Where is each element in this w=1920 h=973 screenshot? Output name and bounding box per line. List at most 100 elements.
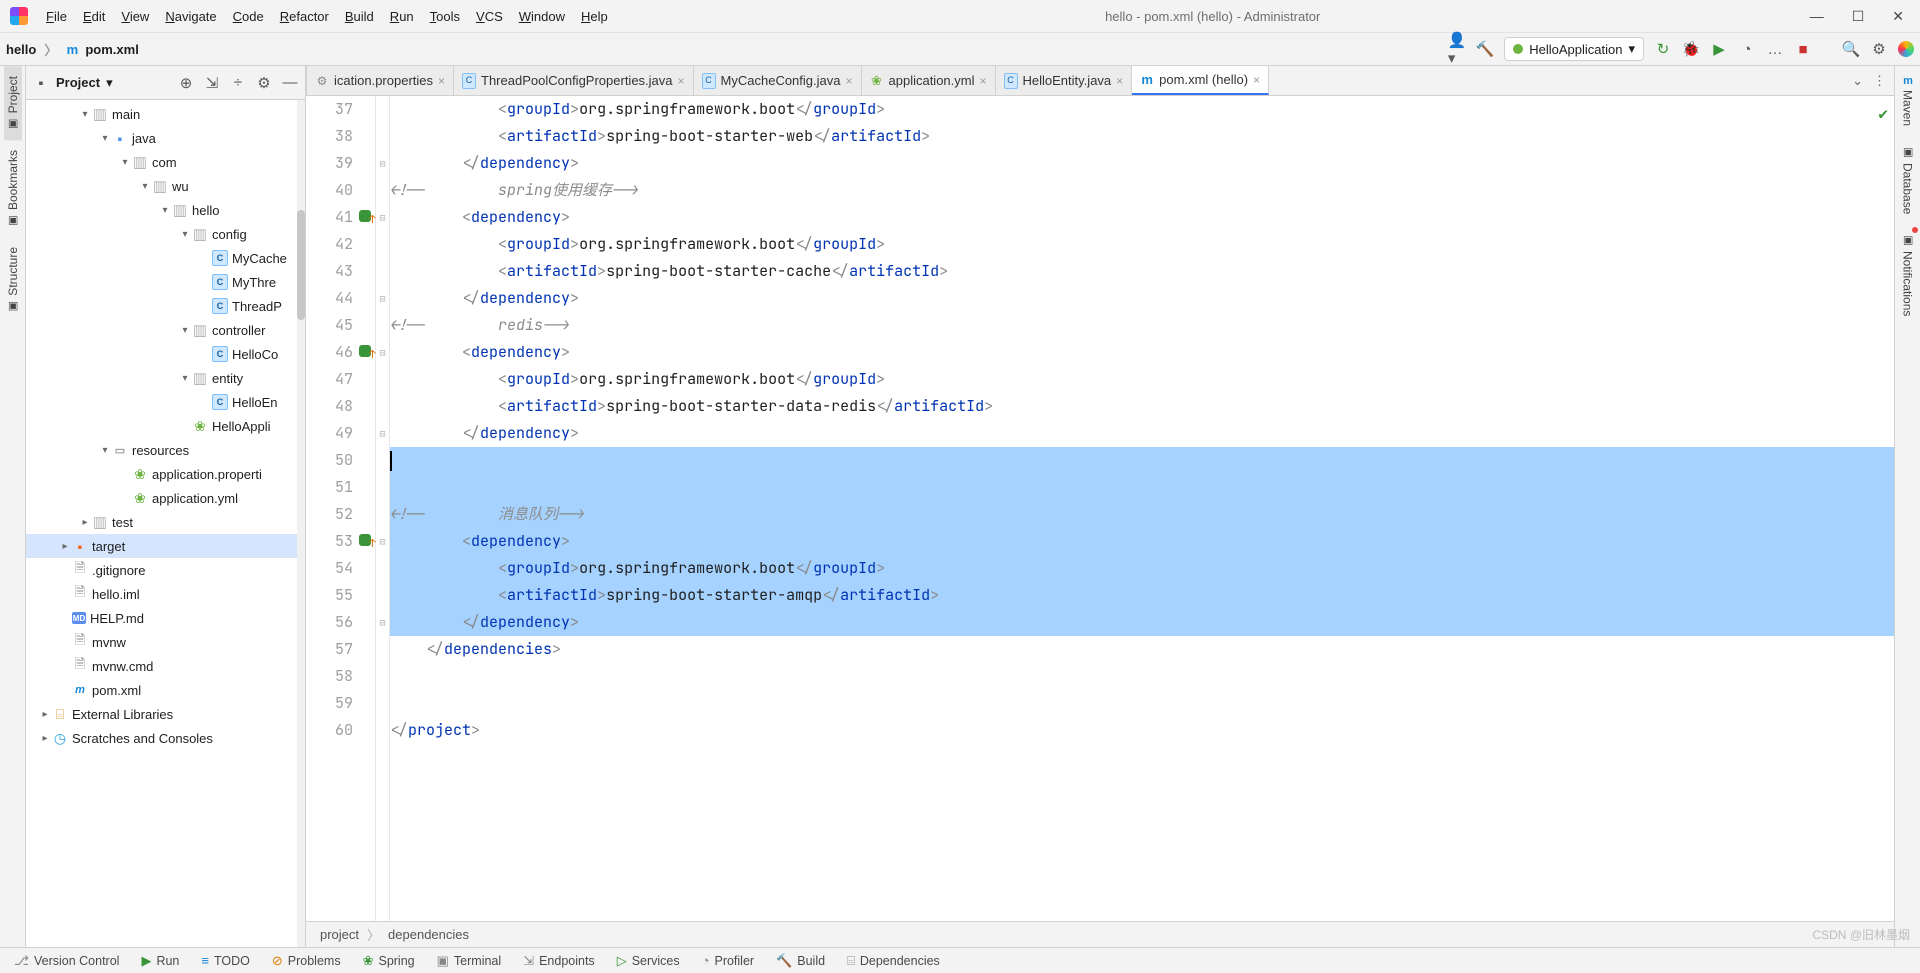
select-open-file-icon[interactable]: ⊕: [177, 74, 195, 92]
tool-window-terminal[interactable]: ▣Terminal: [429, 951, 510, 971]
more-icon[interactable]: ⋮: [1873, 73, 1886, 89]
tool-window-dependencies[interactable]: ⌸Dependencies: [839, 951, 948, 971]
editor-tab[interactable]: pom.xml (hello)×: [1132, 66, 1269, 95]
fold-toggle-icon[interactable]: [376, 393, 389, 420]
menu-navigate[interactable]: Navigate: [157, 7, 224, 26]
menu-tools[interactable]: Tools: [422, 7, 468, 26]
tree-node[interactable]: ▸Scratches and Consoles: [26, 726, 305, 750]
run-config-selector[interactable]: HelloApplication ▾: [1504, 37, 1644, 61]
tree-toggle-icon[interactable]: ▸: [38, 709, 52, 720]
fold-toggle-icon[interactable]: [376, 717, 389, 744]
tree-node[interactable]: ▾resources: [26, 438, 305, 462]
editor-tab[interactable]: application.yml×: [862, 66, 996, 95]
collapse-all-icon[interactable]: ÷: [229, 74, 247, 92]
fold-toggle-icon[interactable]: ⊟: [376, 420, 389, 447]
tree-node[interactable]: hello.iml: [26, 582, 305, 606]
editor-tab[interactable]: ication.properties×: [306, 66, 454, 95]
fold-toggle-icon[interactable]: [376, 636, 389, 663]
fold-toggle-icon[interactable]: [376, 501, 389, 528]
code-editor[interactable]: 3738394041424344454647484950515253545556…: [306, 96, 1894, 921]
scrollbar-thumb[interactable]: [297, 210, 305, 320]
close-icon[interactable]: ✕: [1892, 8, 1904, 25]
tool-window-problems[interactable]: ⊘Problems: [264, 951, 349, 971]
fold-toggle-icon[interactable]: [376, 366, 389, 393]
tool-bookmarks[interactable]: ▣Bookmarks: [4, 140, 22, 237]
breadcrumb-project[interactable]: hello: [6, 42, 36, 57]
tree-toggle-icon[interactable]: ▾: [78, 109, 92, 120]
fold-toggle-icon[interactable]: [376, 258, 389, 285]
tool-window-spring[interactable]: ❀Spring: [355, 951, 423, 971]
tree-toggle-icon[interactable]: ▸: [38, 733, 52, 744]
tree-node[interactable]: pom.xml: [26, 678, 305, 702]
crumb-dependencies[interactable]: dependencies: [388, 927, 469, 942]
close-tab-icon[interactable]: ×: [438, 74, 445, 88]
tree-node[interactable]: .gitignore: [26, 558, 305, 582]
fold-toggle-icon[interactable]: ⊟: [376, 150, 389, 177]
menu-code[interactable]: Code: [225, 7, 272, 26]
tree-node[interactable]: ▾hello: [26, 198, 305, 222]
settings-icon[interactable]: ⚙: [255, 74, 273, 92]
tool-window-build[interactable]: 🔨Build: [768, 951, 833, 971]
tool-maven[interactable]: mMaven: [1899, 66, 1917, 136]
fold-toggle-icon[interactable]: ⊟: [376, 528, 389, 555]
menu-refactor[interactable]: Refactor: [272, 7, 337, 26]
tree-node[interactable]: HelloCo: [26, 342, 305, 366]
settings-icon[interactable]: ⚙: [1870, 40, 1888, 58]
fold-toggle-icon[interactable]: [376, 690, 389, 717]
fold-toggle-icon[interactable]: ⊟: [376, 204, 389, 231]
tree-node[interactable]: MyThre: [26, 270, 305, 294]
maximize-icon[interactable]: ☐: [1852, 8, 1865, 25]
ide-services-icon[interactable]: [1898, 41, 1914, 57]
tree-node[interactable]: ▾controller: [26, 318, 305, 342]
fold-column[interactable]: ⊟⊟⊟⊟⊟⊟⊟: [376, 96, 390, 921]
breadcrumb-file[interactable]: pom.xml: [85, 42, 138, 57]
editor-tab[interactable]: HelloEntity.java×: [996, 66, 1133, 95]
tree-node[interactable]: ▾config: [26, 222, 305, 246]
menu-build[interactable]: Build: [337, 7, 382, 26]
vcs-marker-icon[interactable]: [359, 534, 371, 546]
tree-node[interactable]: ▸target: [26, 534, 305, 558]
tree-node[interactable]: HelloAppli: [26, 414, 305, 438]
close-tab-icon[interactable]: ×: [1116, 74, 1123, 88]
run-coverage-icon[interactable]: ▶: [1710, 40, 1728, 58]
tree-toggle-icon[interactable]: ▸: [58, 541, 72, 552]
profile-icon[interactable]: ◔: [1738, 40, 1756, 58]
tree-node[interactable]: ▾main: [26, 102, 305, 126]
line-gutter[interactable]: 3738394041424344454647484950515253545556…: [306, 96, 376, 921]
tree-node[interactable]: ▾com: [26, 150, 305, 174]
menu-help[interactable]: Help: [573, 7, 616, 26]
tool-window-run[interactable]: ▶Run: [133, 951, 187, 971]
search-icon[interactable]: 🔍: [1842, 40, 1860, 58]
menu-vcs[interactable]: VCS: [468, 7, 511, 26]
tool-database[interactable]: ▣Database: [1899, 136, 1917, 224]
tree-toggle-icon[interactable]: ▾: [178, 229, 192, 240]
tree-node[interactable]: application.properti: [26, 462, 305, 486]
close-tab-icon[interactable]: ×: [845, 74, 852, 88]
fold-toggle-icon[interactable]: [376, 231, 389, 258]
close-tab-icon[interactable]: ×: [678, 74, 685, 88]
tree-node[interactable]: mvnw.cmd: [26, 654, 305, 678]
tree-node[interactable]: ▾entity: [26, 366, 305, 390]
fold-toggle-icon[interactable]: [376, 312, 389, 339]
stop-icon[interactable]: ■: [1794, 40, 1812, 58]
tree-node[interactable]: HELP.md: [26, 606, 305, 630]
close-tab-icon[interactable]: ×: [1253, 73, 1260, 87]
tool-window-profiler[interactable]: ◔Profiler: [694, 951, 762, 970]
tool-window-services[interactable]: ▷Services: [609, 951, 688, 971]
tree-toggle-icon[interactable]: ▾: [138, 181, 152, 192]
editor-breadcrumb[interactable]: project 〉 dependencies: [306, 921, 1894, 947]
fold-toggle-icon[interactable]: [376, 123, 389, 150]
hide-icon[interactable]: —: [281, 74, 299, 92]
vcs-marker-icon[interactable]: [359, 210, 371, 222]
tree-toggle-icon[interactable]: ▾: [98, 133, 112, 144]
tree-node[interactable]: ▸External Libraries: [26, 702, 305, 726]
menu-run[interactable]: Run: [382, 7, 422, 26]
attach-icon[interactable]: …: [1766, 40, 1784, 58]
fold-toggle-icon[interactable]: [376, 663, 389, 690]
project-tree[interactable]: ▾main▾java▾com▾wu▾hello▾configMyCacheMyT…: [26, 100, 305, 947]
chevron-down-icon[interactable]: ⌄: [1852, 73, 1863, 89]
vcs-marker-icon[interactable]: [359, 345, 371, 357]
fold-toggle-icon[interactable]: ⊟: [376, 339, 389, 366]
fold-toggle-icon[interactable]: [376, 474, 389, 501]
tool-window-endpoints[interactable]: ⇲Endpoints: [515, 951, 603, 971]
